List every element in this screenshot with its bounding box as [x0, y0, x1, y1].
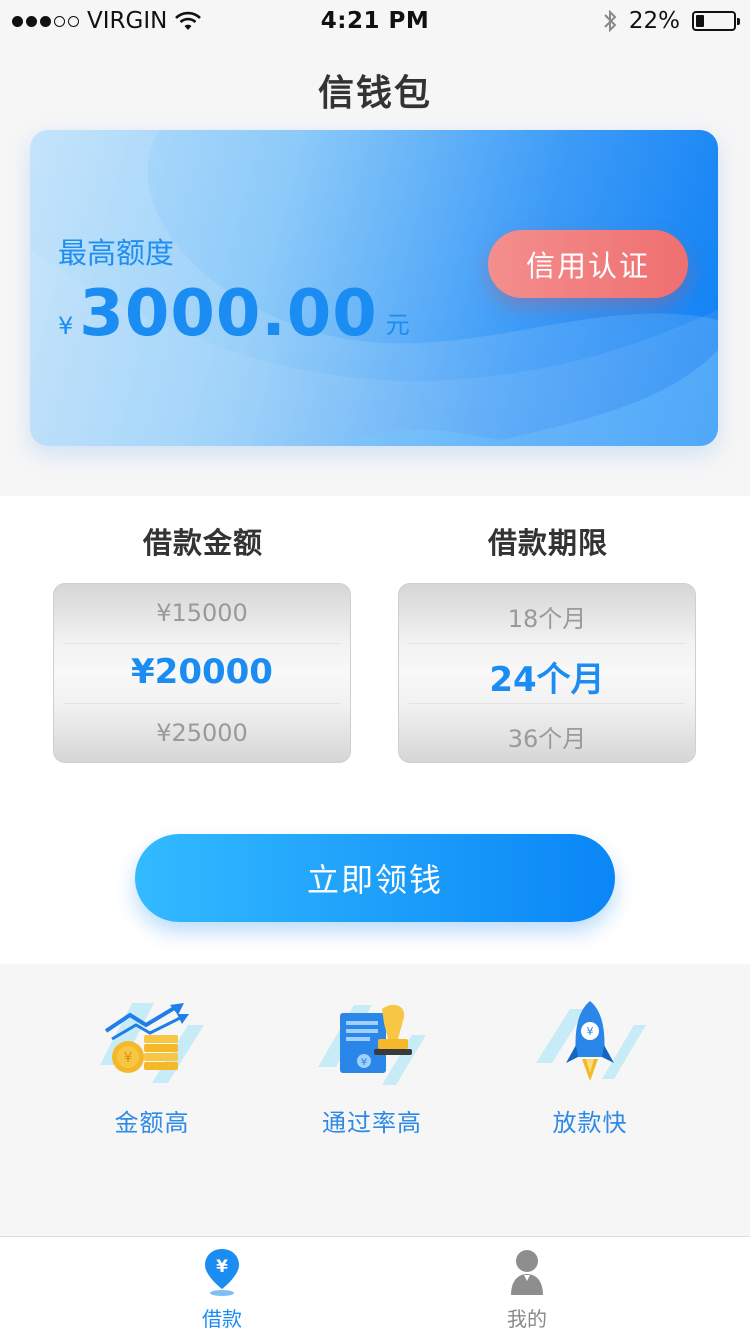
tab-label: 借款 — [202, 1307, 242, 1331]
term-option-selected[interactable]: 24个月 — [399, 652, 695, 701]
amount-option-selected[interactable]: ¥20000 — [54, 652, 350, 692]
card-amount-row: ¥ 3000.00 元 — [58, 278, 410, 350]
page-title: 信钱包 — [317, 73, 432, 114]
loan-amount-title: 借款金额 — [142, 526, 263, 560]
get-money-button[interactable]: 立即领钱 — [135, 834, 615, 922]
battery-icon — [692, 11, 740, 31]
card-label: 最高额度 — [58, 236, 175, 270]
loan-selector-section: 借款金额 借款期限 ¥15000 ¥20000 ¥25000 18个月 24个月… — [0, 496, 750, 964]
feature-label: 通过率高 — [322, 1109, 422, 1137]
feature-high-approval: ¥ 通过率高 — [272, 995, 472, 1138]
tab-loan[interactable]: ¥ 借款 — [162, 1247, 282, 1332]
coins-chart-icon: ¥ — [100, 1003, 204, 1083]
bluetooth-icon — [604, 9, 617, 33]
amount-unit: 元 — [385, 311, 410, 339]
svg-text:¥: ¥ — [361, 1057, 367, 1068]
feature-fast-loan: ¥ 放款快 — [490, 995, 690, 1138]
rocket-icon: ¥ — [536, 1001, 646, 1081]
feature-label: 金额高 — [114, 1109, 190, 1137]
status-right: 22% — [603, 8, 740, 34]
credit-limit-card: 最高额度 ¥ 3000.00 元 信用认证 — [30, 130, 718, 446]
svg-text:¥: ¥ — [124, 1051, 132, 1066]
tab-mine[interactable]: 我的 — [467, 1247, 587, 1332]
amount-option[interactable]: ¥15000 — [54, 599, 350, 627]
battery-percent: 22% — [628, 8, 680, 34]
user-icon — [511, 1250, 543, 1295]
feature-high-amount: ¥ 金额高 — [52, 995, 252, 1138]
status-bar: VIRGIN 4:21 PM 22% — [0, 0, 750, 40]
loan-amount-picker[interactable]: ¥15000 ¥20000 ¥25000 — [53, 583, 351, 763]
svg-text:¥: ¥ — [216, 1257, 228, 1277]
term-option[interactable]: 36个月 — [399, 719, 695, 754]
credit-amount: 3000.00 — [79, 277, 378, 351]
feature-label: 放款快 — [552, 1109, 628, 1137]
battery-level — [696, 15, 704, 27]
currency-symbol: ¥ — [58, 312, 74, 340]
loan-term-picker[interactable]: 18个月 24个月 36个月 — [398, 583, 696, 763]
amount-option[interactable]: ¥25000 — [54, 719, 350, 747]
credit-verify-button[interactable]: 信用认证 — [488, 230, 688, 298]
loan-term-title: 借款期限 — [487, 526, 608, 560]
tab-label: 我的 — [507, 1307, 547, 1331]
location-yen-icon: ¥ — [205, 1249, 239, 1296]
svg-text:¥: ¥ — [587, 1025, 594, 1038]
tab-bar: ¥ 借款 我的 — [0, 1236, 750, 1335]
document-stamp-icon: ¥ — [318, 1004, 426, 1085]
term-option[interactable]: 18个月 — [399, 599, 695, 634]
